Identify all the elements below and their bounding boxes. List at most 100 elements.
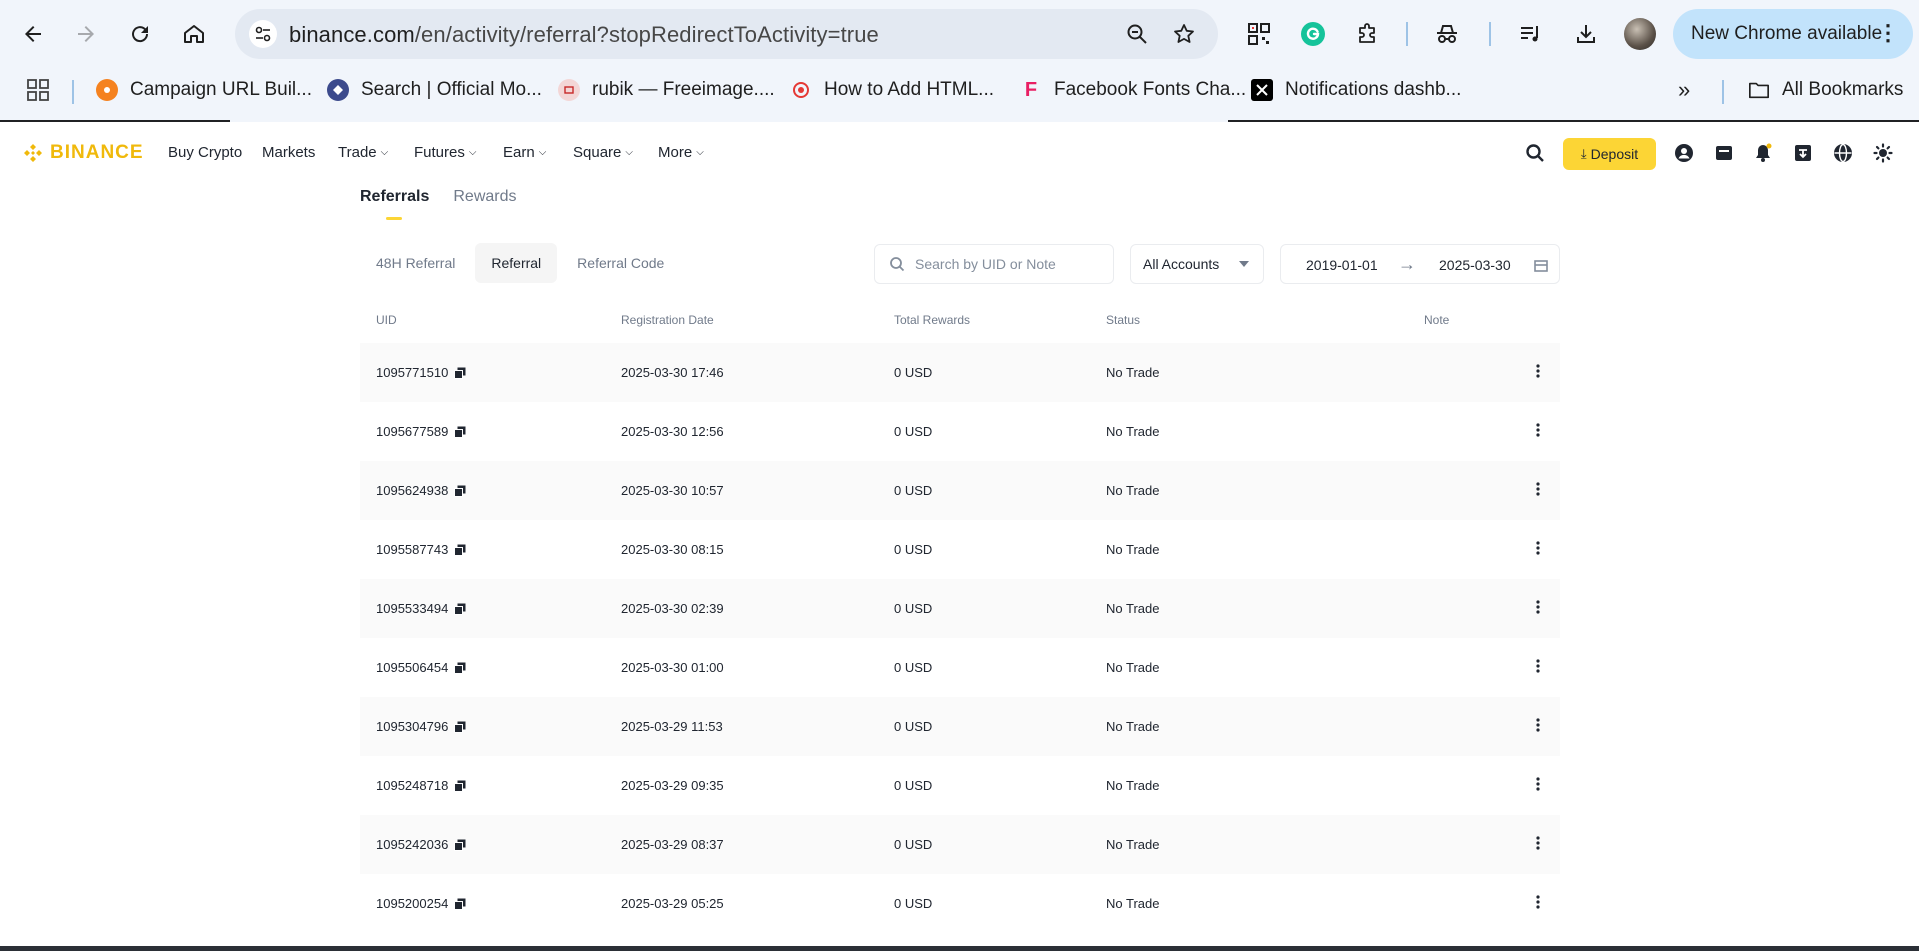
chevron-down-icon: ⌵ — [380, 147, 389, 158]
bookmark-star-icon[interactable] — [1170, 20, 1198, 48]
qr-code-icon[interactable] — [1243, 18, 1275, 50]
wallet-icon[interactable] — [1713, 142, 1735, 164]
freeimage-favicon-icon — [558, 79, 580, 101]
search-icon[interactable] — [1524, 142, 1546, 164]
uid-cell: 1095624938 — [376, 483, 466, 498]
more-options-icon[interactable] — [1530, 892, 1546, 912]
binance-logo[interactable]: BINANCE — [22, 142, 144, 164]
account-filter-select[interactable]: All Accounts — [1130, 244, 1264, 284]
status-cell: No Trade — [1106, 542, 1160, 557]
bookmark-campaign-url[interactable]: Campaign URL Buil... — [96, 76, 312, 104]
bookmarks-separator — [1722, 80, 1724, 104]
bottom-edge — [0, 946, 1919, 951]
copy-icon[interactable] — [454, 662, 466, 674]
more-options-icon[interactable] — [1530, 420, 1546, 440]
more-options-icon[interactable] — [1530, 656, 1546, 676]
date-range-picker[interactable]: 2019-01-01 → 2025-03-30 — [1280, 244, 1560, 284]
status-cell: No Trade — [1106, 719, 1160, 734]
uid-cell: 1095677589 — [376, 424, 466, 439]
tab-referrals[interactable]: Referrals — [360, 188, 429, 220]
more-options-icon[interactable] — [1530, 715, 1546, 735]
more-options-icon[interactable] — [1530, 479, 1546, 499]
date-to[interactable]: 2025-03-30 — [1439, 257, 1511, 273]
uid-value: 1095242036 — [376, 837, 449, 852]
media-playlist-icon[interactable] — [1514, 18, 1546, 50]
copy-icon[interactable] — [454, 780, 466, 792]
theme-settings-icon[interactable] — [1872, 142, 1894, 164]
bookmark-label: rubik — Freeimage.... — [592, 79, 775, 100]
subtab-48h-referral[interactable]: 48H Referral — [360, 243, 471, 283]
copy-icon[interactable] — [454, 721, 466, 733]
status-cell: No Trade — [1106, 424, 1160, 439]
nav-more[interactable]: More ⌵ — [658, 144, 704, 161]
reload-button[interactable] — [120, 14, 160, 54]
extensions-puzzle-icon[interactable] — [1352, 18, 1384, 50]
status-cell: No Trade — [1106, 660, 1160, 675]
copy-icon[interactable] — [454, 485, 466, 497]
column-header-registration-date: Registration Date — [621, 313, 714, 327]
bookmark-notifications-dashboard[interactable]: Notifications dashb... — [1251, 76, 1461, 104]
download-app-icon[interactable] — [1792, 142, 1814, 164]
more-options-icon[interactable] — [1530, 774, 1546, 794]
referral-table-body: 1095771510 2025-03-30 17:46 0 USD No Trade 1… — [360, 343, 1560, 933]
date-from[interactable]: 2019-01-01 — [1306, 257, 1378, 273]
copy-icon[interactable] — [454, 898, 466, 910]
home-button[interactable] — [174, 14, 214, 54]
profile-avatar[interactable] — [1624, 18, 1656, 50]
nav-square[interactable]: Square ⌵ — [573, 144, 633, 161]
new-chrome-available-button[interactable]: New Chrome available ⋮ — [1673, 9, 1913, 59]
more-options-icon[interactable] — [1530, 538, 1546, 558]
tab-rewards[interactable]: Rewards — [453, 188, 516, 220]
facebook-fonts-favicon-icon: F — [1024, 78, 1038, 101]
more-bookmarks-chevron-icon[interactable]: » — [1678, 76, 1690, 104]
language-globe-icon[interactable] — [1832, 142, 1854, 164]
all-bookmarks[interactable]: All Bookmarks — [1748, 76, 1903, 104]
copy-icon[interactable] — [454, 367, 466, 379]
registration-date-cell: 2025-03-29 11:53 — [621, 719, 723, 734]
subtab-referral-code[interactable]: Referral Code — [561, 243, 680, 283]
bookmark-facebook-fonts[interactable]: F Facebook Fonts Cha... — [1020, 76, 1246, 104]
more-options-icon[interactable] — [1530, 833, 1546, 853]
apps-grid-icon[interactable] — [26, 76, 50, 104]
incognito-spy-icon[interactable] — [1431, 18, 1463, 50]
total-rewards-cell: 0 USD — [894, 660, 933, 675]
account-user-icon[interactable] — [1673, 142, 1695, 164]
bookmark-label: Campaign URL Buil... — [130, 79, 312, 100]
binance-diamond-icon — [24, 144, 42, 162]
copy-icon[interactable] — [454, 603, 466, 615]
uid-value: 1095506454 — [376, 660, 449, 675]
nav-earn[interactable]: Earn ⌵ — [503, 144, 546, 161]
nav-markets[interactable]: Markets — [262, 144, 315, 161]
campaign-favicon-icon — [96, 79, 118, 101]
arrow-right-icon: → — [1398, 254, 1416, 274]
bookmark-freeimage[interactable]: rubik — Freeimage.... — [558, 76, 775, 104]
back-button[interactable] — [13, 14, 53, 54]
chrome-menu-icon[interactable]: ⋮ — [1877, 21, 1899, 45]
more-options-icon[interactable] — [1530, 361, 1546, 381]
zoom-icon[interactable] — [1123, 20, 1151, 48]
nav-buy-crypto[interactable]: Buy Crypto — [168, 144, 242, 161]
total-rewards-cell: 0 USD — [894, 424, 933, 439]
downloads-icon[interactable] — [1570, 18, 1602, 50]
uid-search-input[interactable] — [915, 256, 1105, 272]
bookmark-search-official[interactable]: Search | Official Mo... — [327, 76, 542, 104]
grammarly-extension-icon[interactable] — [1297, 18, 1329, 50]
chevron-down-icon: ⌵ — [625, 147, 633, 158]
forward-button[interactable] — [66, 14, 106, 54]
copy-icon[interactable] — [454, 839, 466, 851]
copy-icon[interactable] — [454, 426, 466, 438]
copy-icon[interactable] — [454, 544, 466, 556]
table-row: 1095506454 2025-03-30 01:00 0 USD No Trade — [360, 638, 1560, 697]
registration-date-cell: 2025-03-29 05:25 — [621, 896, 724, 911]
nav-trade[interactable]: Trade ⌵ — [338, 144, 388, 161]
nav-futures[interactable]: Futures ⌵ — [414, 144, 476, 161]
status-cell: No Trade — [1106, 601, 1160, 616]
subtab-referral[interactable]: Referral — [475, 243, 558, 283]
bookmark-add-html[interactable]: How to Add HTML... — [790, 76, 994, 104]
more-options-icon[interactable] — [1530, 597, 1546, 617]
notification-bell-icon[interactable] — [1752, 142, 1774, 164]
address-bar[interactable]: binance.com/en/activity/referral?stopRed… — [235, 9, 1218, 59]
deposit-button[interactable]: ⤓ Deposit — [1563, 138, 1656, 170]
home-icon — [184, 25, 204, 43]
site-settings-icon[interactable] — [249, 20, 277, 48]
